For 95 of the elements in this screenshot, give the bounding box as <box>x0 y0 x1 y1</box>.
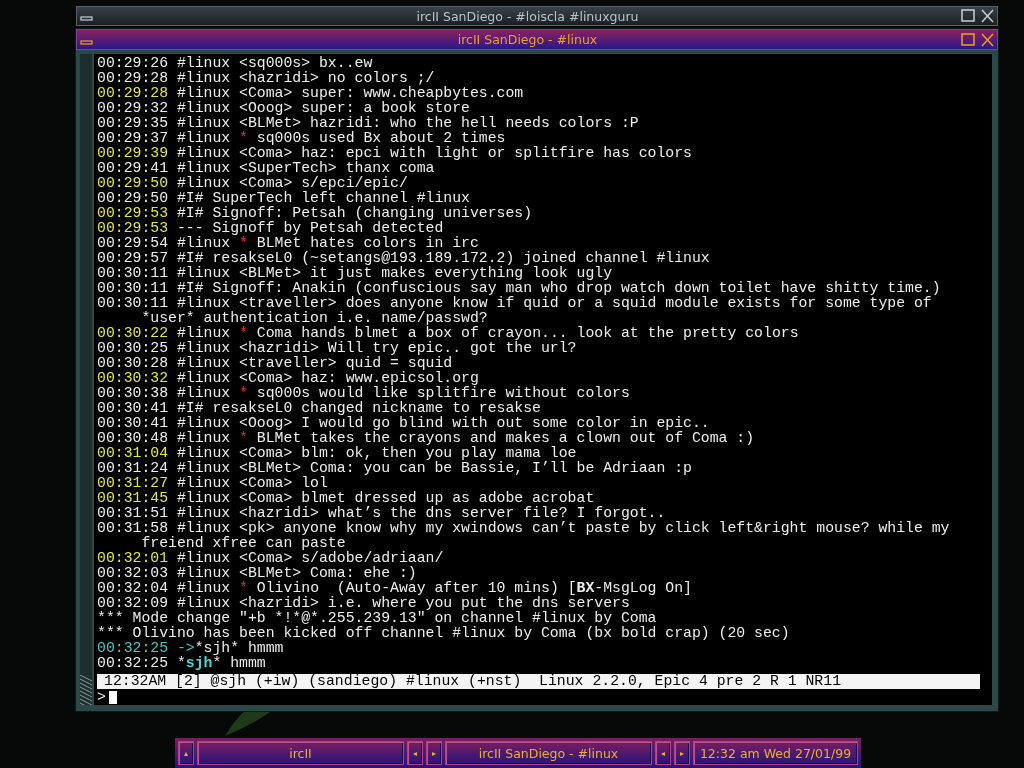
chat-message: #linux <Coma> haz: epci with light or splitfire has colors <box>176 145 692 161</box>
timestamp: 00:31:51 <box>97 505 169 521</box>
timestamp: 00:31:58 <box>97 520 169 536</box>
timestamp: 00:32:25 <box>97 640 169 656</box>
timestamp: 00:31:27 <box>97 475 169 491</box>
chat-message: #linux <traveller> quid = squid <box>176 355 453 371</box>
chat-message: #linux * BLMet takes the crayons and makes a clown out of Coma :) <box>176 430 755 446</box>
timestamp: 00:30:32 <box>97 370 169 386</box>
timestamp: 00:29:54 <box>97 235 169 251</box>
chat-message: #linux <hazridi> what’s the dns server file? I forgot.. <box>176 505 666 521</box>
chat-message: *** Mode change "+b *!*@*.255.239.13" on channel #linux by Coma <box>97 610 657 626</box>
chat-message: #I# Signoff: Petsah (changing universes) <box>176 205 533 221</box>
chat-message: *** Olivino has been kicked off channel #linux by Coma (bx bold crap) (20 sec) <box>97 625 790 641</box>
timestamp: 00:29:50 <box>97 175 169 191</box>
input-field[interactable]: > <box>97 689 992 705</box>
chat-message: #linux <hazridi> Will try epic.. got the url? <box>176 340 577 356</box>
arrow-button[interactable]: ▸ <box>426 741 442 765</box>
chat-message: #linux * BLMet hates colors in irc <box>176 235 479 251</box>
timestamp: 00:30:38 <box>97 385 169 401</box>
chat-message: #I# SuperTech left channel #linux <box>176 190 470 206</box>
chat-message: #linux * sq000s would like splitfire without colors <box>176 385 630 401</box>
chat-message: #I# resakseL0 changed nickname to resakse <box>176 400 541 416</box>
timestamp: 00:29:53 <box>97 205 169 221</box>
arrow-button[interactable]: ◂ <box>407 741 423 765</box>
timestamp: 00:32:01 <box>97 550 169 566</box>
chat-message: #linux <Coma> s/epci/epic/ <box>176 175 408 191</box>
arrow-button[interactable]: ◂ <box>655 741 671 765</box>
chat-message: #linux <Coma> lol <box>176 475 328 491</box>
timestamp: 00:30:41 <box>97 415 169 431</box>
timestamp: 00:30:11 <box>97 280 169 296</box>
chat-message: #linux <BLMet> it just makes everything look ugly <box>176 265 613 281</box>
timestamp: 00:29:37 <box>97 130 169 146</box>
timestamp: 00:31:45 <box>97 490 169 506</box>
chat-message: #linux <BLMet> Coma: ehe :) <box>176 565 417 581</box>
chat-message: #linux <hazridi> i.e. where you put the dns servers <box>176 595 630 611</box>
chat-message: #linux <Ooog> super: a book store <box>176 100 470 116</box>
timestamp: 00:30:41 <box>97 400 169 416</box>
arrow-button[interactable]: ▸ <box>674 741 690 765</box>
chat-message: #linux * Coma hands blmet a box of crayon... look at the pretty colors <box>176 325 799 341</box>
chat-message: #linux <Coma> blmet dressed up as adobe acrobat <box>176 490 595 506</box>
timestamp: 00:30:48 <box>97 430 169 446</box>
chat-message: ->*sjh* hmmm <box>176 640 284 656</box>
task-button[interactable]: ircII <box>197 741 404 765</box>
chat-message: #linux <pk> anyone know why my xwindows can’t paste by click left&right mouse? while my <box>176 520 950 536</box>
timestamp: 00:32:09 <box>97 595 169 611</box>
timestamp: 00:30:28 <box>97 355 169 371</box>
timestamp: 00:30:22 <box>97 325 169 341</box>
chat-message: --- Signoff by Petsah detected <box>176 220 444 236</box>
timestamp: 00:29:57 <box>97 250 169 266</box>
chat-message: #I# resakseL0 (~setangs@193.189.172.2) joined channel #linux <box>176 250 710 266</box>
task-button[interactable]: ircII SanDiego - #linux <box>445 741 652 765</box>
chat-message: #linux <Ooog> I would go blind with out some color in epic.. <box>176 415 710 431</box>
timestamp: 00:29:35 <box>97 115 169 131</box>
clock[interactable]: 12:32 am Wed 27/01/99 <box>693 741 858 765</box>
timestamp: 00:29:26 <box>97 55 169 71</box>
wrapped-text: freiend xfree can paste <box>141 535 346 551</box>
window-title: ircII SanDiego - #linux <box>456 32 599 47</box>
chat-message: #linux * Olivino (Auto-Away after 10 mins) [BX-MsgLog On] <box>176 580 692 596</box>
timestamp: 00:32:04 <box>97 580 169 596</box>
timestamp: 00:30:11 <box>97 265 169 281</box>
chat-message: #linux <BLMet> Coma: you can be Bassie, I’ll be Adriaan :p <box>176 460 692 476</box>
timestamp: 00:32:03 <box>97 565 169 581</box>
timestamp: 00:29:39 <box>97 145 169 161</box>
timestamp: 00:29:28 <box>97 70 169 86</box>
close-icon[interactable] <box>979 31 996 48</box>
window-title: ircII SanDiego - #loiscla #linuxguru <box>415 8 640 24</box>
chat-message: #linux <hazridi> no colors ;/ <box>176 70 435 86</box>
wrapped-text: *user* authentication i.e. name/passwd? <box>141 310 488 326</box>
timestamp: 00:30:11 <box>97 295 169 311</box>
timestamp: 00:29:53 <box>97 220 169 236</box>
timestamp: 00:29:41 <box>97 160 169 176</box>
status-bar: 12:32AM [2] @sjh (+iw) (sandiego) #linux (+nst) Linux 2.2.0, Epic 4 pre 2 R 1 NR11 <box>97 674 980 689</box>
maximize-icon[interactable] <box>960 8 977 24</box>
chat-message: #linux * sq000s used Bx about 2 times <box>176 130 506 146</box>
arrow-button[interactable]: ▴ <box>178 741 194 765</box>
chat-message: #linux <BLMet> hazridi: who the hell needs colors :P <box>176 115 639 131</box>
close-icon[interactable] <box>979 8 996 24</box>
timestamp: 00:31:04 <box>97 445 169 461</box>
chat-message: *sjh* hmmm <box>176 655 266 671</box>
chat-message: #I# Signoff: Anakin (confuscious say man who drop watch down toilet have shitty time.) <box>176 280 941 296</box>
maximize-icon[interactable] <box>960 31 977 48</box>
chat-message: #linux <Coma> blm: ok, then you play mama loe <box>176 445 577 461</box>
chat-message: #linux <Coma> super: www.cheapbytes.com <box>176 85 524 101</box>
chat-message: #linux <Coma> haz: www.epicsol.org <box>176 370 479 386</box>
timestamp: 00:29:50 <box>97 190 169 206</box>
resize-grip-icon[interactable] <box>80 675 92 705</box>
chat-message: #linux <Coma> s/adobe/adriaan/ <box>176 550 444 566</box>
timestamp: 00:29:28 <box>97 85 169 101</box>
timestamp: 00:31:24 <box>97 460 169 476</box>
chat-message: #linux <sq000s> bx..ew <box>176 55 373 71</box>
chat-message: #linux <SuperTech> thanx coma <box>176 160 435 176</box>
timestamp: 00:30:25 <box>97 340 169 356</box>
chat-message: #linux <traveller> does anyone know if quid or a squid module exists for some type of <box>176 295 932 311</box>
timestamp: 00:29:32 <box>97 100 169 116</box>
timestamp: 00:32:25 <box>97 655 169 671</box>
